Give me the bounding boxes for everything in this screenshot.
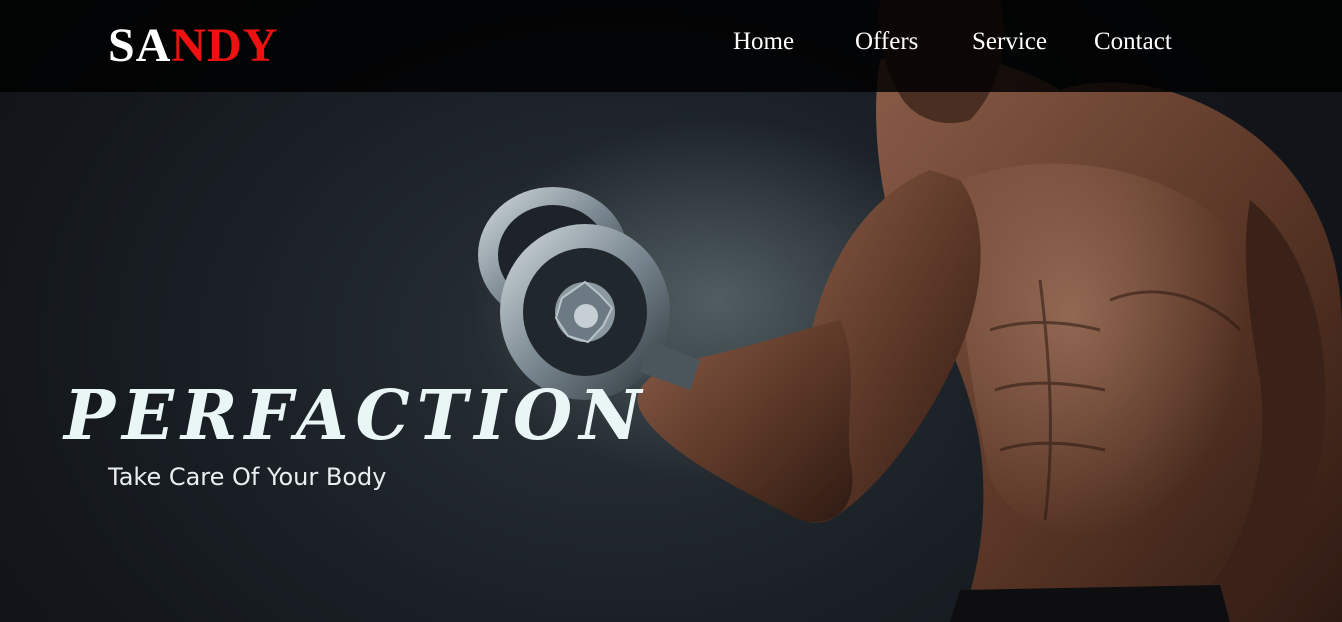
nav-home-link[interactable]: Home — [733, 27, 794, 57]
site-logo[interactable]: SANDY — [108, 18, 278, 74]
dumbbell-shape — [478, 187, 700, 400]
hero-tagline: Take Care Of Your Body — [108, 463, 387, 491]
nav-contact-link[interactable]: Contact — [1094, 27, 1172, 57]
nav-offers-link[interactable]: Offers — [855, 27, 918, 57]
hero-section — [0, 0, 1342, 622]
hero-headline: PERFACTION — [64, 376, 649, 456]
nav-service-link[interactable]: Service — [972, 27, 1047, 57]
logo-part-white: SA — [108, 19, 172, 72]
navbar: SANDY Home Offers Service Contact — [0, 0, 1342, 92]
logo-part-red: NDY — [171, 19, 279, 72]
hero-image — [478, 0, 1342, 622]
